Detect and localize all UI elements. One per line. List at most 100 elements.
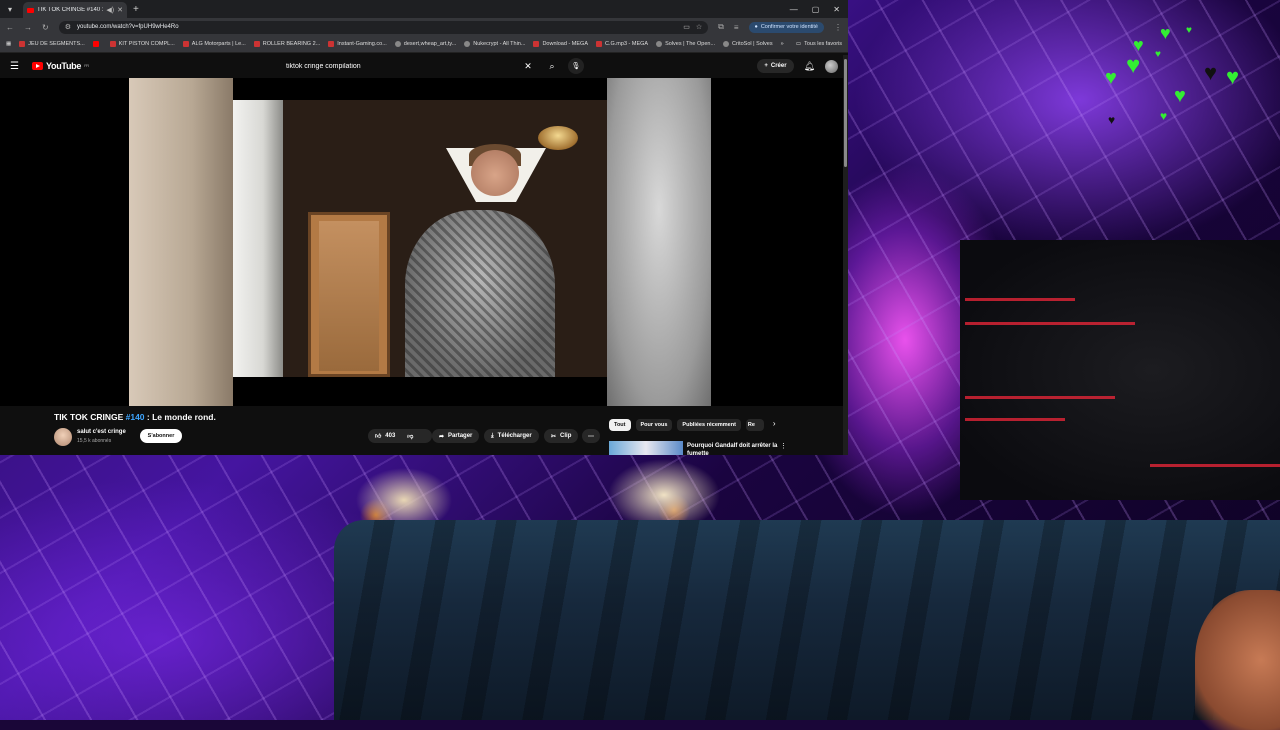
heart-icon: ♥ <box>1204 60 1218 85</box>
tab-search-icon[interactable]: ▾ <box>3 2 17 16</box>
browser-toolbar: ← → ↻ ⚙ youtube.com/watch?v=fpUH9wHe4Ro … <box>0 18 848 36</box>
account-avatar[interactable] <box>825 59 838 73</box>
new-tab-icon[interactable]: + <box>133 4 139 15</box>
video-title: TIK TOK CRINGE #140 : Le monde rond. <box>54 412 216 422</box>
channel-name[interactable]: salut c'est cringe <box>77 429 126 435</box>
share-button[interactable]: ➦ Partager <box>432 429 480 443</box>
url-text: youtube.com/watch?v=fpUH9wHe4Ro <box>76 24 179 30</box>
bookmark-item[interactable]: ALG Motorparts | Le... <box>182 41 246 47</box>
page-scrollbar[interactable] <box>843 55 848 455</box>
bookmark-favicon-icon <box>394 41 401 47</box>
cast-icon[interactable]: ▭ <box>683 23 690 31</box>
close-window-icon[interactable]: ✕ <box>833 5 840 14</box>
laser-streak <box>965 322 1135 325</box>
share-label: Partager <box>448 433 473 439</box>
more-menu-icon[interactable]: ⋮ <box>834 23 842 32</box>
bookmark-item[interactable]: CritoSol | Solves <box>723 41 773 47</box>
close-tab-icon[interactable]: ✕ <box>117 6 123 14</box>
hamburger-menu-icon[interactable]: ☰ <box>10 61 24 72</box>
bookmark-favicon-icon <box>182 41 189 47</box>
confirm-identity-label: Confirmer votre identité <box>760 24 818 30</box>
chip-for-you[interactable]: Pour vous <box>635 419 673 431</box>
bookmark-item[interactable] <box>92 41 102 47</box>
frame-person <box>405 210 555 377</box>
video-hashtag[interactable]: #140 <box>126 412 145 422</box>
search-icon[interactable]: ⌕ <box>544 61 560 72</box>
search-bar: ✕ ⌕ 🎙 <box>280 58 584 74</box>
subscriber-count: 15,5 k abonnés <box>77 438 112 444</box>
tab-title: TIK TOK CRINGE #140 : Le <box>37 7 104 13</box>
download-button[interactable]: ⤓ Télécharger <box>484 429 539 443</box>
logo-country: FR <box>84 63 89 68</box>
microphone-icon[interactable]: 🎙 <box>568 58 584 74</box>
address-bar[interactable]: ⚙ youtube.com/watch?v=fpUH9wHe4Ro ▭ ☆ <box>58 20 709 34</box>
confirm-identity-button[interactable]: ● Confirmer votre identité <box>748 21 824 33</box>
bookmark-favicon-icon <box>533 41 540 47</box>
minimize-icon[interactable]: — <box>790 5 798 14</box>
bookmark-item[interactable]: JEU DE SEGMENTS... <box>19 41 85 47</box>
back-icon[interactable]: ← <box>6 23 14 32</box>
scissors-icon: ✂ <box>551 433 557 440</box>
forward-icon[interactable]: → <box>24 23 32 32</box>
recommendation-title[interactable]: Pourquoi Gandalf doit arrêter la fumette <box>687 442 787 455</box>
all-bookmarks-button[interactable]: ▭ Tous les favoris <box>796 41 842 47</box>
apps-icon[interactable]: ▦ <box>6 41 11 47</box>
webcam-couch <box>334 520 1280 720</box>
search-input[interactable] <box>280 58 512 74</box>
video-player[interactable] <box>0 78 843 406</box>
bookmark-favicon-icon <box>92 41 99 47</box>
logo-text: YouTube <box>46 61 82 71</box>
more-actions-button[interactable]: ⋯ <box>582 429 600 443</box>
thumbs-down-icon[interactable]: 👎︎ <box>407 432 413 440</box>
more-vertical-icon[interactable]: ⋮ <box>780 442 787 450</box>
bookmark-star-icon[interactable]: ☆ <box>696 23 702 31</box>
bookmark-item[interactable]: Download - MEGA <box>533 41 588 47</box>
like-button[interactable]: 👍︎ 403 👎︎ <box>368 429 432 443</box>
clip-button[interactable]: ✂ Clip <box>544 429 579 443</box>
clear-search-icon[interactable]: ✕ <box>520 61 536 72</box>
blurred-side-left <box>129 78 233 406</box>
browser-tab[interactable]: TIK TOK CRINGE #140 : Le ◀) ✕ <box>23 2 127 18</box>
bookmark-item[interactable]: Nukecrypt - All Thin... <box>464 41 525 47</box>
chip-recent[interactable]: Publiées récemment <box>677 419 741 431</box>
recommendation-thumbnail[interactable] <box>609 441 683 455</box>
channel-avatar[interactable] <box>54 428 72 446</box>
share-icon: ➦ <box>439 433 445 440</box>
maximize-icon[interactable]: ▢ <box>812 5 820 14</box>
heart-icon: ♥ <box>1105 67 1117 89</box>
audio-icon[interactable]: ◀) <box>106 6 114 14</box>
video-frame <box>233 100 607 377</box>
heart-icon: ♥ <box>1108 113 1116 127</box>
reload-icon[interactable]: ↻ <box>42 23 49 32</box>
bookmark-item[interactable]: desert,wheap_art,ty... <box>394 41 456 47</box>
bookmarks-overflow-button[interactable]: » <box>781 41 784 47</box>
bookmark-favicon-icon <box>464 41 471 47</box>
site-info-icon[interactable]: ⚙ <box>65 23 71 31</box>
blurred-side-right <box>607 78 711 406</box>
laser-streak <box>1150 464 1280 467</box>
youtube-header: ☰ YouTube FR ✕ ⌕ 🎙 + Créer 🔔︎ <box>0 53 848 79</box>
heart-icon: ♥ <box>1186 25 1192 36</box>
create-button[interactable]: + Créer <box>757 59 794 73</box>
youtube-logo[interactable]: YouTube FR <box>32 61 89 71</box>
bookmark-favicon-icon <box>328 41 335 47</box>
frame-lamp <box>538 126 578 150</box>
subscribe-button[interactable]: S'abonner <box>140 429 182 443</box>
bookmark-item[interactable]: ROLLER BEARING 2... <box>253 41 320 47</box>
clip-label: Clip <box>560 433 572 439</box>
media-icon[interactable]: ≡ <box>734 23 739 32</box>
bookmark-item[interactable]: Instant-Gaming.co... <box>328 41 387 47</box>
chevron-right-icon[interactable]: › <box>773 419 776 431</box>
chip-all[interactable]: Tout <box>609 419 631 431</box>
bookmark-item[interactable]: C.G.mp3 - MEGA <box>596 41 648 47</box>
thumbs-up-icon: 👍︎ <box>375 434 382 440</box>
extensions-icon[interactable]: ⧉ <box>718 22 724 32</box>
heart-overlay: ♥ ♥ ♥ ♥ ♥ ♥ ♥ ♥ ♥ ♥ ♥ <box>1100 20 1270 130</box>
bookmark-item[interactable]: Solves | The Open... <box>656 41 715 47</box>
notifications-bell-icon[interactable]: 🔔︎ <box>804 61 815 72</box>
download-icon: ⤓ <box>491 432 494 439</box>
scrollbar-thumb[interactable] <box>844 59 847 167</box>
chip-related[interactable]: Re <box>745 419 764 431</box>
window-controls: — ▢ ✕ <box>790 5 848 14</box>
bookmark-item[interactable]: KIT PISTON COMPL... <box>109 41 175 47</box>
